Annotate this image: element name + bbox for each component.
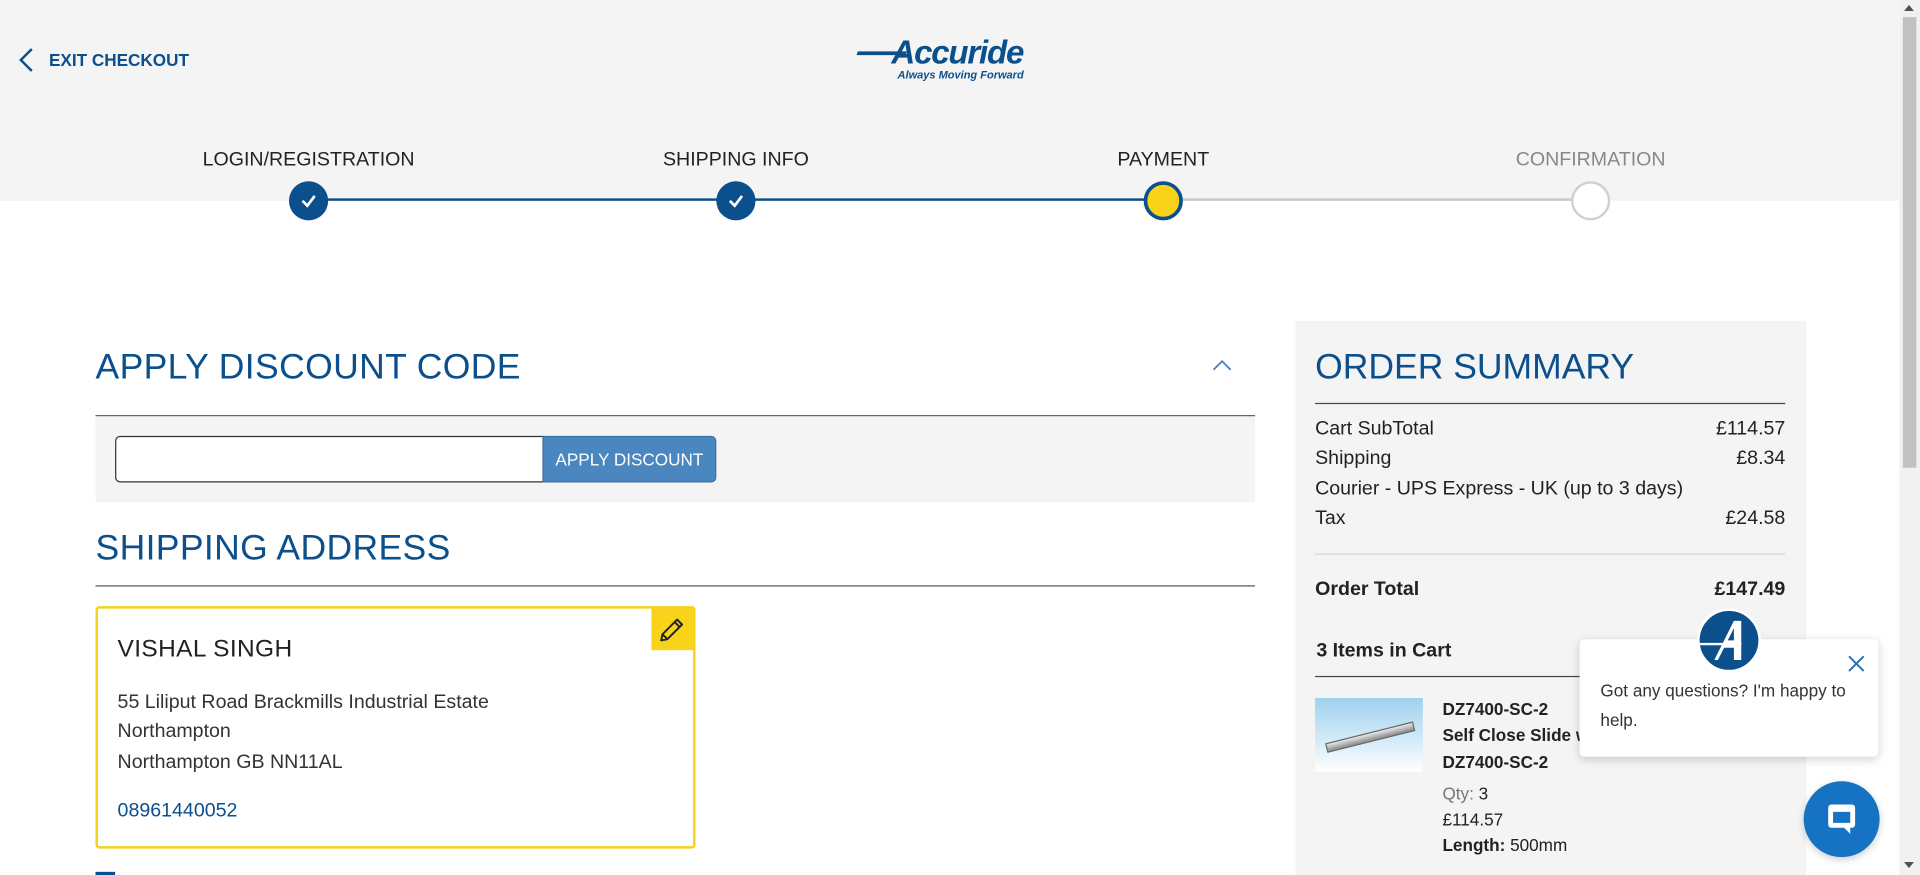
checkout-progress: LOGIN/REGISTRATION SHIPPING INFO PAYMENT… xyxy=(0,120,1900,221)
logo-tagline: Always Moving Forward xyxy=(897,68,1024,81)
product-qty: Qty: 3 xyxy=(1442,784,1488,804)
step-login-dot[interactable] xyxy=(288,181,329,221)
product-thumbnail xyxy=(1315,697,1423,772)
order-total-row: Order Total £147.49 xyxy=(1315,579,1785,601)
step-label-shipping: SHIPPING INFO xyxy=(662,149,809,171)
cart-items-title[interactable]: 3 Items in Cart xyxy=(1316,640,1451,662)
edit-address-button[interactable] xyxy=(651,608,694,651)
shipping-value: £8.34 xyxy=(1736,448,1786,469)
step-label-login: LOGIN/REGISTRATION xyxy=(202,149,415,171)
product-length: Length: 500mm xyxy=(1442,835,1567,855)
check-icon xyxy=(728,195,744,208)
address-line-3: Northampton GB NN11AL xyxy=(117,751,343,773)
summary-divider xyxy=(1315,402,1786,405)
product-code-secondary: DZ7400-SC-2 xyxy=(1442,751,1549,772)
subtotal-label: Cart SubTotal xyxy=(1315,418,1434,440)
shipping-method-row: Courier - UPS Express - UK (up to 3 days… xyxy=(1315,479,1785,501)
header: EXIT CHECKOUT Accuride Always Moving For… xyxy=(0,0,1900,121)
check-icon xyxy=(301,195,316,208)
chat-bubble-icon xyxy=(1828,804,1856,834)
product-code: DZ7400-SC-2 xyxy=(1442,699,1549,719)
step-label-confirmation: CONFIRMATION xyxy=(1515,149,1666,171)
scrollbar-thumb[interactable] xyxy=(1902,17,1917,468)
step-label-payment: PAYMENT xyxy=(1117,149,1210,171)
page-scrollbar[interactable] xyxy=(1899,0,1920,875)
shipping-method: Courier - UPS Express - UK (up to 3 days… xyxy=(1315,478,1684,500)
order-total-value: £147.49 xyxy=(1714,579,1786,601)
shipping-address-title: SHIPPING ADDRESS xyxy=(95,528,451,569)
step-confirmation-dot xyxy=(1571,181,1611,221)
product-price: £114.57 xyxy=(1442,809,1504,829)
order-total-label: Order Total xyxy=(1315,579,1420,601)
checkout-page: EXIT CHECKOUT Accuride Always Moving For… xyxy=(0,0,1920,875)
scroll-up-arrow[interactable] xyxy=(1904,4,1914,12)
tax-value: £24.58 xyxy=(1725,508,1786,529)
qty-label: Qty: xyxy=(1442,783,1474,804)
logo-wordmark: Accuride xyxy=(891,34,1024,72)
shipping-row: Shipping £8.34 xyxy=(1315,448,1785,470)
shipping-label: Shipping xyxy=(1315,448,1392,469)
order-summary-panel: ORDER SUMMARY Cart SubTotal £114.57 Ship… xyxy=(1295,320,1807,875)
chat-message: Got any questions? I'm happy to help. xyxy=(1600,680,1846,730)
progress-line-todo xyxy=(1163,198,1591,201)
address-line-1: 55 Liliput Road Brackmills Industrial Es… xyxy=(117,691,489,713)
close-icon[interactable] xyxy=(1847,654,1867,674)
tax-label: Tax xyxy=(1315,508,1346,529)
shipping-divider xyxy=(95,585,1256,587)
length-label: Length: xyxy=(1442,835,1506,855)
accuride-a-icon xyxy=(1694,620,1742,661)
pencil-icon xyxy=(660,618,684,642)
chevron-up-icon[interactable] xyxy=(1212,358,1232,373)
chevron-left-icon xyxy=(19,48,33,72)
recipient-name: VISHAL SINGH xyxy=(117,635,293,663)
product-name: Self Close Slide w xyxy=(1442,724,1590,745)
shipping-address-card[interactable]: VISHAL SINGH 55 Liliput Road Brackmills … xyxy=(95,606,696,849)
subtotal-row: Cart SubTotal £114.57 xyxy=(1315,419,1785,441)
summary-divider-light xyxy=(1315,553,1786,555)
accuride-logo[interactable]: Accuride Always Moving Forward xyxy=(856,34,1041,83)
chat-launcher-button[interactable] xyxy=(1803,781,1880,858)
slide-image xyxy=(1325,721,1416,753)
step-payment-dot xyxy=(1143,181,1183,221)
qty-value: 3 xyxy=(1478,783,1489,804)
exit-checkout-link[interactable]: EXIT CHECKOUT xyxy=(17,47,189,74)
chat-agent-avatar xyxy=(1694,608,1761,673)
address-line-2: Northampton xyxy=(117,721,231,743)
scroll-down-arrow[interactable] xyxy=(1904,862,1914,869)
discount-panel: APPLY DISCOUNT xyxy=(95,416,1256,503)
discount-code-input[interactable] xyxy=(115,435,544,483)
apply-discount-button[interactable]: APPLY DISCOUNT xyxy=(542,435,717,483)
step-shipping-dot[interactable] xyxy=(716,181,756,221)
phone-link[interactable]: 08961440052 xyxy=(118,801,238,823)
tax-row: Tax £24.58 xyxy=(1315,508,1785,530)
exit-checkout-label: EXIT CHECKOUT xyxy=(48,50,189,70)
subtotal-value: £114.57 xyxy=(1715,418,1786,440)
order-summary-title: ORDER SUMMARY xyxy=(1315,347,1635,387)
length-value: 500mm xyxy=(1510,835,1568,855)
discount-title: APPLY DISCOUNT CODE xyxy=(95,347,521,387)
